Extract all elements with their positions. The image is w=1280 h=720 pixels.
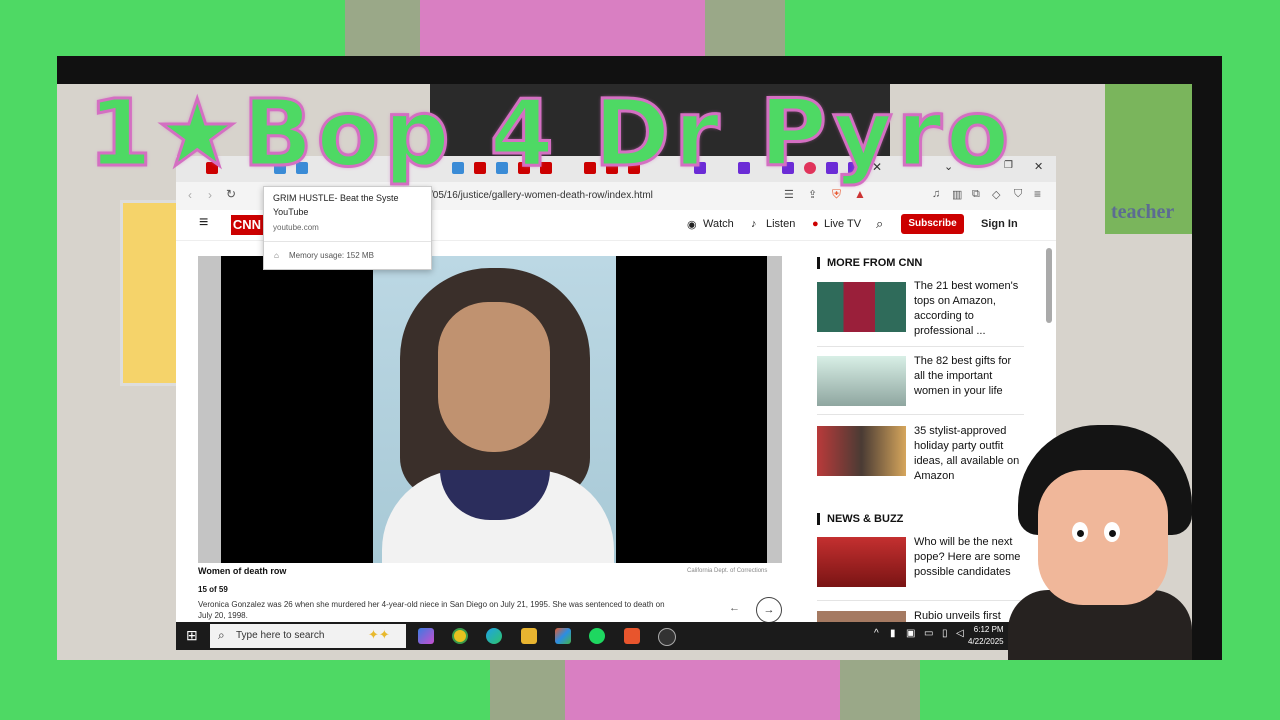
puppet-pupil: [1109, 530, 1116, 537]
subscribe-button[interactable]: Subscribe: [901, 214, 964, 234]
puppet-eye: [1104, 522, 1120, 542]
gallery-description: Veronica Gonzalez was 26 when she murder…: [198, 600, 665, 620]
memory-icon: ⌂: [274, 251, 279, 260]
sidebar-icon[interactable]: ▥: [952, 188, 962, 201]
wallet-icon[interactable]: ◇: [992, 188, 1000, 201]
tab-hover-card: GRIM HUSTLE- Beat the Syste YouTube yout…: [263, 186, 432, 270]
article-thumbnail[interactable]: [817, 282, 906, 332]
url-text[interactable]: /05/16/justice/gallery-women-death-row/i…: [430, 190, 653, 201]
watch-icon[interactable]: ◉: [687, 218, 697, 231]
live-dot-icon: ●: [812, 218, 819, 230]
divider: [817, 600, 1024, 601]
windows-start-icon[interactable]: ⊞: [186, 627, 198, 644]
puppet-face: [1038, 470, 1168, 605]
brave-icon[interactable]: [624, 628, 640, 644]
puppet-pupil: [1077, 530, 1084, 537]
more-from-cnn-header: MORE FROM CNN: [817, 257, 922, 269]
gallery-title: Women of death row: [198, 566, 287, 576]
vpn-icon[interactable]: ⛉: [1014, 188, 1022, 201]
display-icon[interactable]: ▣: [906, 628, 915, 639]
chrome-icon[interactable]: [452, 628, 468, 644]
article-link[interactable]: Rubio unveils first: [914, 609, 1024, 622]
search-icon: ⌕: [218, 628, 225, 642]
reader-icon[interactable]: ☰: [784, 188, 794, 201]
taskbar-search-placeholder: Type here to search: [236, 630, 325, 641]
network-icon[interactable]: ▭: [924, 628, 933, 639]
edge-icon[interactable]: [486, 628, 502, 644]
news-buzz-header: NEWS & BUZZ: [817, 513, 903, 525]
taskbar-clock[interactable]: 6:12 PM 4/22/2025: [968, 624, 1004, 648]
overlay-title: 1★Bop 4 Dr Pyro: [86, 79, 1014, 189]
clock-date: 4/22/2025: [968, 637, 1004, 646]
divider: [817, 346, 1024, 347]
background-stripe: [345, 0, 425, 60]
article-thumbnail[interactable]: [817, 537, 906, 587]
article-link[interactable]: 35 stylist-approved holiday party outfit…: [914, 424, 1024, 484]
sparkle-icon: ✦✦: [368, 627, 390, 642]
sign-in-link[interactable]: Sign In: [981, 218, 1018, 230]
article-thumbnail[interactable]: [817, 426, 906, 476]
clock-time: 6:12 PM: [973, 625, 1004, 634]
teacher-sign: teacher: [1105, 84, 1192, 234]
taskbar-search-box[interactable]: ⌕ Type here to search ✦✦: [210, 624, 406, 648]
background-stripe: [705, 0, 785, 60]
cnn-logo[interactable]: CNN: [231, 215, 263, 235]
puppet-eye: [1072, 522, 1088, 542]
menu-icon[interactable]: ≡: [1034, 187, 1041, 201]
article-thumbnail[interactable]: [817, 611, 906, 622]
mugshot-face: [438, 302, 550, 452]
spotify-icon[interactable]: [589, 628, 605, 644]
nav-watch[interactable]: Watch: [703, 218, 734, 230]
article-link[interactable]: The 82 best gifts for all the important …: [914, 354, 1024, 399]
background-stripe: [420, 0, 710, 60]
divider: [817, 414, 1024, 415]
headphones-icon[interactable]: ♪: [751, 218, 757, 230]
nav-live-tv[interactable]: Live TV: [824, 218, 861, 230]
nav-listen[interactable]: Listen: [766, 218, 795, 230]
hover-card-memory: Memory usage: 152 MB: [289, 251, 374, 260]
article-thumbnail[interactable]: [817, 356, 906, 406]
extensions-icon[interactable]: ⧉: [972, 188, 980, 201]
close-window-icon[interactable]: ✕: [1034, 160, 1043, 173]
brave-shield-icon[interactable]: ⛨: [832, 187, 841, 202]
hover-card-domain: youtube.com: [273, 223, 319, 232]
background-stripe: [840, 660, 920, 720]
forward-icon[interactable]: ›: [208, 188, 212, 202]
back-icon[interactable]: ‹: [188, 188, 192, 202]
previous-arrow-icon[interactable]: ←: [729, 602, 740, 614]
article-link[interactable]: Who will be the next pope? Here are some…: [914, 535, 1024, 580]
divider: [264, 241, 431, 242]
volume-icon[interactable]: ◁: [956, 628, 964, 639]
page-scrollbar[interactable]: [1046, 248, 1052, 323]
usb-icon[interactable]: ▮: [890, 628, 896, 639]
background-stripe: [565, 660, 845, 720]
file-explorer-icon[interactable]: [521, 628, 537, 644]
brave-rewards-icon[interactable]: ▲: [854, 187, 866, 201]
hamburger-menu-icon[interactable]: ≡: [199, 214, 208, 232]
search-icon[interactable]: ⌕: [876, 216, 883, 232]
tray-chevron-icon[interactable]: ^: [874, 628, 879, 639]
photo-credit: California Dept. of Corrections: [687, 568, 768, 574]
gallery-count: 15 of 59: [198, 585, 228, 594]
reload-icon[interactable]: ↻: [226, 187, 236, 201]
background-stripe: [490, 660, 570, 720]
hover-card-title: GRIM HUSTLE- Beat the Syste: [273, 193, 399, 203]
battery-icon[interactable]: ▯: [942, 628, 948, 639]
hover-card-subtitle: YouTube: [273, 207, 309, 217]
media-icon[interactable]: ♫: [932, 188, 940, 200]
article-link[interactable]: The 21 best women's tops on Amazon, acco…: [914, 279, 1024, 339]
share-icon[interactable]: ⇪: [808, 188, 817, 201]
obs-icon[interactable]: [658, 628, 676, 646]
next-arrow-icon[interactable]: →: [756, 597, 782, 623]
microsoft-365-icon[interactable]: [555, 628, 571, 644]
copilot-icon[interactable]: [418, 628, 434, 644]
